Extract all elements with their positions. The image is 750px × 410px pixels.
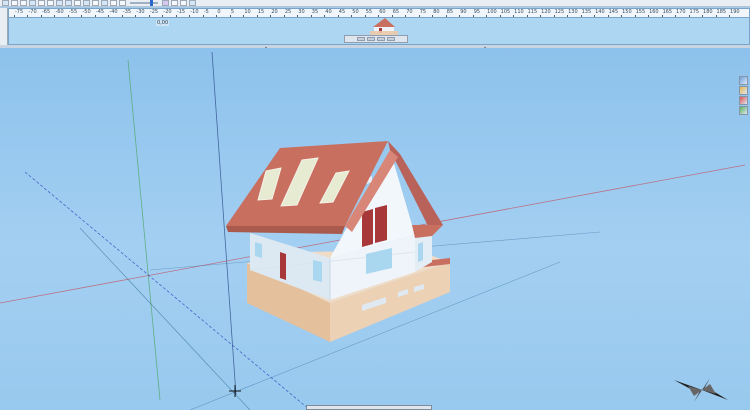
bottom-view-controls[interactable] — [306, 405, 432, 410]
walk-icon[interactable] — [739, 86, 748, 95]
window-left-1 — [255, 242, 262, 258]
3d-scene[interactable] — [0, 0, 750, 410]
navigate-icon[interactable] — [739, 76, 748, 85]
window-left-2 — [313, 260, 322, 282]
house-model — [226, 141, 450, 342]
view-tools — [739, 76, 748, 115]
window-side — [418, 242, 423, 262]
roof-eave — [226, 226, 345, 234]
roof-overhang — [412, 225, 443, 238]
origin-cross-icon — [229, 385, 241, 397]
compass-rose-icon — [674, 378, 728, 402]
front-door — [280, 252, 286, 280]
shutter-right — [375, 205, 387, 243]
guide-line-2 — [79, 227, 251, 410]
render-icon[interactable] — [739, 96, 748, 105]
settings-icon[interactable] — [739, 106, 748, 115]
green-axis-line — [127, 59, 161, 401]
shutter-left — [362, 209, 373, 247]
